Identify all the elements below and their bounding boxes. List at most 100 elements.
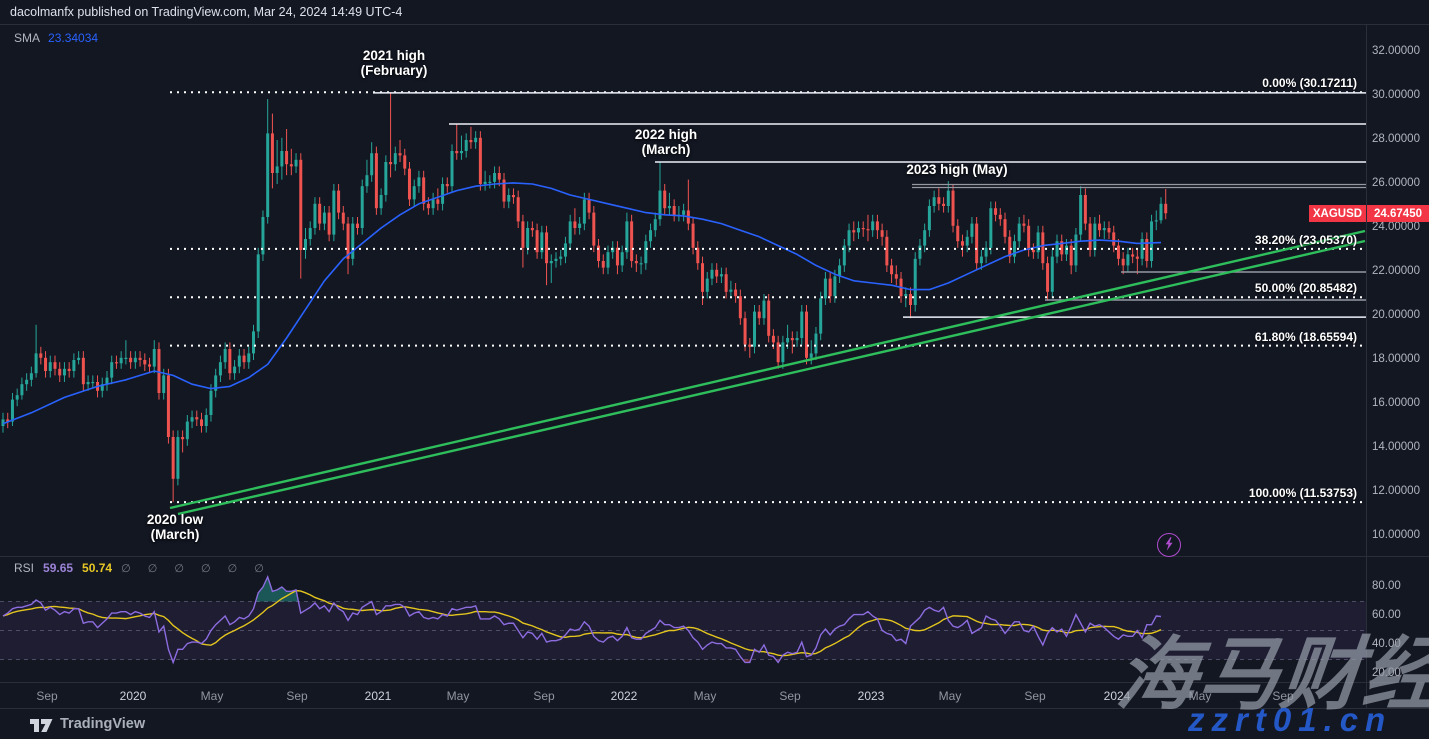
sma-indicator-legend[interactable]: SMA 23.34034 [14,31,98,45]
candle-body [521,221,524,247]
candle-body [966,237,969,246]
header-divider [0,24,1429,25]
candle-body [876,221,879,230]
candle-body [479,138,482,184]
candle-body [318,204,321,224]
rsi-axis-tick: 60.00 [1372,609,1401,621]
candle-body [432,199,435,208]
candle-body [1155,220,1158,221]
candle-body [465,140,468,151]
candle-body [961,241,964,245]
candle-body [172,437,175,479]
candle-body [1079,195,1082,235]
candle-body [682,210,685,214]
candle-body [947,191,950,206]
candle-body [663,191,666,209]
candle-body [455,151,458,153]
candle-body [1051,257,1054,292]
candle-body [800,312,803,338]
candle-body [20,384,23,395]
candle-body [115,362,118,363]
price-chart[interactable] [0,0,1429,739]
candle-body [758,312,761,319]
candle-body [555,259,558,261]
candle-body [413,186,416,199]
fib-level-label: 0.00% (30.17211) [1262,76,1357,90]
candle-body [11,400,14,422]
rsi-ma-value: 50.74 [82,561,112,575]
fib-level-label: 100.00% (11.53753) [1249,486,1357,500]
candle-body [673,206,676,215]
candle-body [1093,224,1096,250]
rsi-axis-tick: 40.00 [1372,638,1401,650]
time-axis-tick: May [447,689,470,703]
price-axis-tick: 26.00000 [1372,177,1420,189]
pane-divider-main-rsi[interactable] [0,556,1429,557]
candle-body [35,353,38,373]
tradingview-logo[interactable]: TradingView [30,716,145,732]
candle-body [384,162,387,195]
annotation-label[interactable]: 2023 high (May) [906,163,1007,178]
candle-body [309,228,312,239]
candle-body [564,243,567,256]
candle-body [994,208,997,215]
price-axis-tick: 32.00000 [1372,45,1420,57]
quick-action-lightning-button[interactable] [1157,533,1181,557]
price-axis-tick: 22.00000 [1372,265,1420,277]
time-axis-tick: Sep [533,689,554,703]
candle-body [134,358,137,362]
candle-body [25,380,28,384]
candle-body [1098,224,1101,231]
candle-body [980,257,983,264]
annotation-label[interactable]: 2020 low (March) [147,513,203,542]
candle-body [866,229,869,230]
candle-body [616,248,619,266]
rsi-indicator-legend[interactable]: RSI 59.65 50.74 ∅ ∅ ∅ ∅ ∅ ∅ [14,561,271,575]
candle-body [819,298,822,333]
footer-bar: TradingView [0,708,1429,739]
candle-body [469,140,472,142]
candle-body [772,336,775,343]
candle-body [72,360,75,371]
candle-body [559,257,562,259]
candle-body [952,191,955,226]
candle-body [814,334,817,354]
price-axis-tick: 20.00000 [1372,309,1420,321]
candle-body [1041,232,1044,263]
candle-body [422,177,425,203]
rsi-pane[interactable] [0,577,1366,663]
price-axis-divider [1366,24,1367,708]
candle-body [810,353,813,357]
candle-body [644,241,647,263]
time-axis-tick: 2021 [365,689,392,703]
candle-body [252,331,255,353]
trendline[interactable] [170,231,1365,508]
price-axis-tick: 16.00000 [1372,397,1420,409]
candle-body [531,228,534,230]
candle-body [630,221,633,261]
candle-body [49,362,52,371]
candle-body [313,204,316,228]
annotation-label[interactable]: 2022 high (March) [635,128,697,157]
candle-body [30,373,33,380]
candle-body [403,155,406,168]
candle-body [266,133,269,217]
candle-body [696,248,699,263]
candle-body [129,358,132,362]
price-axis-tick: 12.00000 [1372,485,1420,497]
sma-line [3,183,1161,424]
rsi-value: 59.65 [43,561,73,575]
candle-body [441,184,444,204]
annotation-label[interactable]: 2021 high (February) [361,49,428,78]
candle-body [295,160,298,167]
candle-body [781,342,784,362]
candle-body [909,294,912,305]
candle-body [753,312,756,347]
candle-body [640,263,643,264]
candle-body [1131,254,1134,256]
rsi-label: RSI [14,561,34,575]
sma-label: SMA [14,31,40,45]
candle-body [417,177,420,186]
trendline[interactable] [178,241,1365,514]
candle-body [649,230,652,241]
